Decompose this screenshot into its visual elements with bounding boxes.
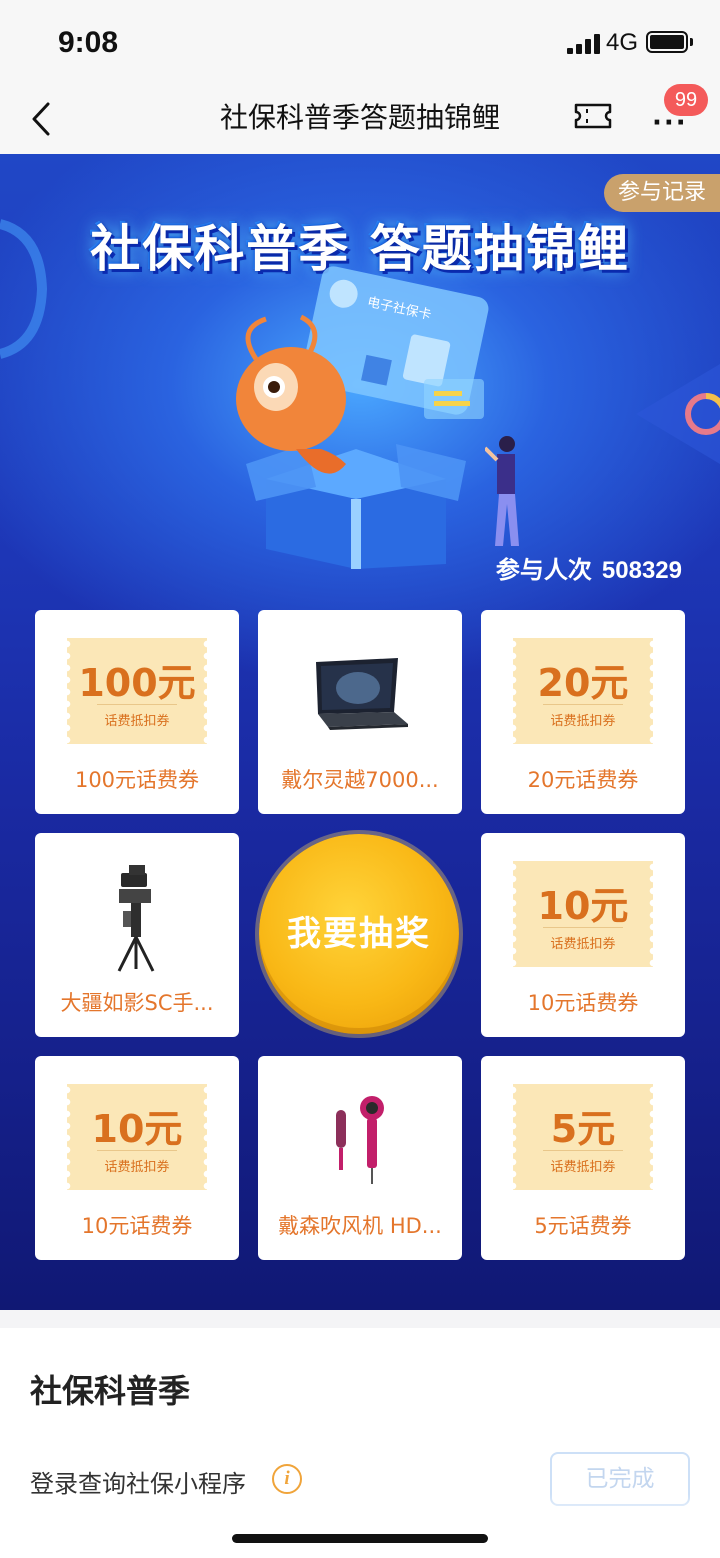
participants-count: 508329 bbox=[601, 557, 682, 584]
coupon-amount: 20元 bbox=[537, 661, 629, 705]
prize-card-100yuan: 100元 话费抵扣券 100元话费券 bbox=[35, 610, 239, 814]
prize-card-hair-dryer: 戴森吹风机 HD... bbox=[258, 1056, 462, 1260]
coupon-subtitle: 话费抵扣券 bbox=[104, 714, 170, 729]
koi-gift-box-illustration: 电子社保卡 bbox=[236, 266, 489, 569]
coupon-subtitle: 话费抵扣券 bbox=[550, 937, 616, 952]
task-section: 社保科普季 登录查询社保小程序 i 已完成 bbox=[0, 1328, 720, 1558]
prize-name: 100元话费券 bbox=[74, 768, 200, 792]
coupon-amount: 5元 bbox=[550, 1107, 616, 1151]
section-title: 社保科普季 bbox=[30, 1372, 191, 1410]
home-indicator bbox=[232, 1534, 488, 1543]
laptop-icon bbox=[316, 658, 408, 730]
battery-cap bbox=[690, 38, 693, 46]
signal-icon bbox=[567, 34, 601, 54]
prize-card-10yuan: 10元 话费抵扣券 10元话费券 bbox=[35, 1056, 239, 1260]
prize-card-10yuan: 10元 话费抵扣券 10元话费券 bbox=[481, 833, 685, 1037]
hair-dryer-icon bbox=[336, 1096, 384, 1184]
notification-badge: 99 bbox=[664, 84, 708, 116]
coupon-subtitle: 话费抵扣券 bbox=[550, 1160, 616, 1175]
prize-card-gimbal: 大疆如影SC手... bbox=[35, 833, 239, 1037]
participant-count: 参与人次 508329 bbox=[496, 550, 682, 585]
coupon-image: 10元 话费抵扣券 bbox=[67, 1084, 207, 1190]
prize-name: 大疆如影SC手... bbox=[60, 991, 214, 1015]
coupon-subtitle: 话费抵扣券 bbox=[104, 1160, 170, 1175]
prize-name: 戴尔灵越7000... bbox=[281, 768, 439, 792]
prize-area: 社保科普季 答题抽锦鲤 参与记录 电子社保卡 参与人次 508329 100元 … bbox=[0, 154, 720, 1310]
participants-label: 参与人次 bbox=[495, 556, 592, 584]
participation-record-button[interactable]: 参与记录 bbox=[604, 174, 720, 212]
coupon-subtitle: 话费抵扣券 bbox=[550, 714, 616, 729]
person-figure bbox=[485, 436, 519, 546]
nav-bar: 社保科普季答题抽锦鲤 ··· bbox=[0, 84, 720, 154]
coupon-amount: 100元 bbox=[78, 661, 196, 705]
prize-name: 20元话费券 bbox=[527, 768, 639, 792]
gimbal-icon bbox=[117, 865, 155, 972]
status-bar: 9:08 4G bbox=[0, 0, 720, 84]
coupon-image: 10元 话费抵扣券 bbox=[513, 861, 653, 967]
ticket-icon bbox=[574, 103, 612, 129]
more-dots-icon: ··· bbox=[652, 108, 688, 138]
status-time: 9:08 bbox=[58, 26, 119, 59]
ticket-button[interactable] bbox=[573, 100, 613, 132]
battery-icon bbox=[646, 31, 688, 53]
prize-name: 戴森吹风机 HD... bbox=[278, 1214, 442, 1238]
coupon-amount: 10元 bbox=[91, 1107, 183, 1151]
coupon-image: 100元 话费抵扣券 bbox=[67, 638, 207, 744]
prize-card-5yuan: 5元 话费抵扣券 5元话费券 bbox=[481, 1056, 685, 1260]
prize-grid: 100元 话费抵扣券 100元话费券 戴尔灵越7000... 20元 话费抵扣券… bbox=[35, 610, 685, 1260]
coupon-image: 20元 话费抵扣券 bbox=[513, 638, 653, 744]
coupon-image: 5元 话费抵扣券 bbox=[513, 1084, 653, 1190]
prize-name: 10元话费券 bbox=[527, 991, 639, 1015]
prize-name: 5元话费券 bbox=[534, 1214, 632, 1238]
coupon-amount: 10元 bbox=[537, 884, 629, 928]
draw-button[interactable]: 我要抽奖 bbox=[259, 834, 459, 1034]
decoration-chart-right bbox=[636, 364, 720, 464]
prize-card-laptop: 戴尔灵越7000... bbox=[258, 610, 462, 814]
prize-card-20yuan: 20元 话费抵扣券 20元话费券 bbox=[481, 610, 685, 814]
network-label: 4G bbox=[606, 29, 639, 56]
info-icon[interactable]: i bbox=[272, 1464, 302, 1494]
prize-name: 10元话费券 bbox=[81, 1214, 193, 1238]
